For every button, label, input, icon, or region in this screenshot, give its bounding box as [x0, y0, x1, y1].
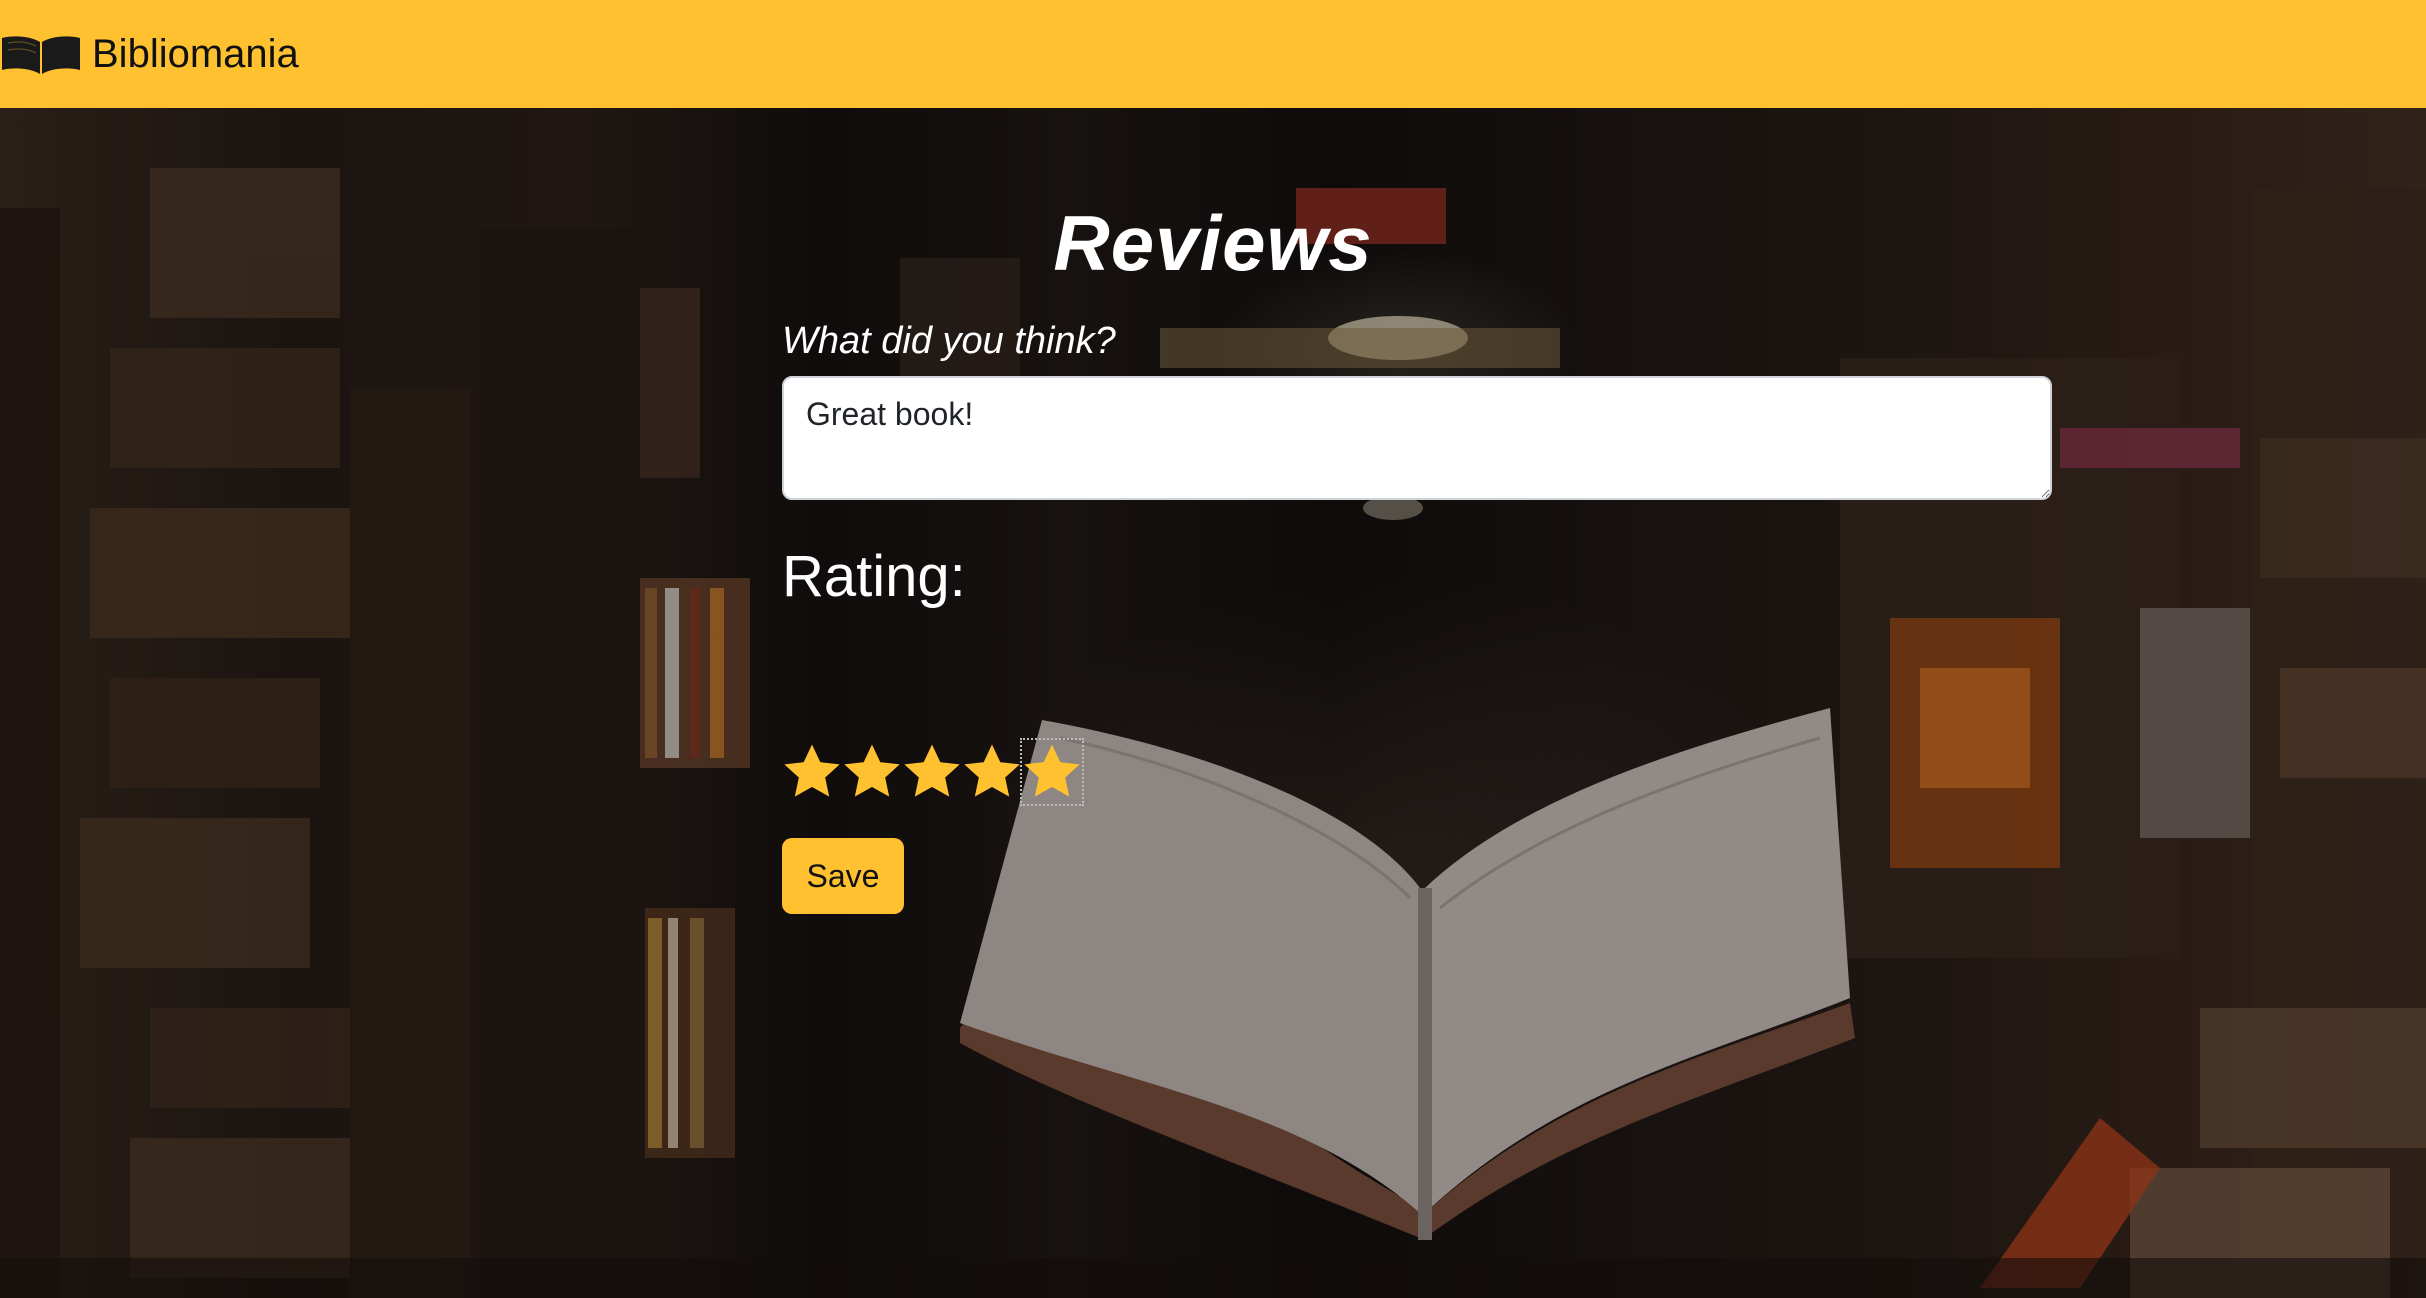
review-prompt-label: What did you think? — [782, 320, 1116, 362]
rating-label: Rating: — [782, 544, 966, 609]
star-5-icon[interactable] — [1020, 738, 1084, 806]
brand-name: Bibliomania — [92, 31, 299, 76]
page-title: Reviews — [1053, 199, 1373, 287]
save-button[interactable]: Save — [782, 838, 904, 914]
star-1-icon[interactable] — [782, 740, 842, 804]
review-textarea[interactable]: Great book! — [782, 376, 2052, 500]
star-3-icon[interactable] — [902, 740, 962, 804]
hero-section: Reviews What did you think? Great book! … — [0, 108, 2426, 1298]
open-book-icon — [2, 36, 80, 74]
star-4-icon[interactable] — [962, 740, 1022, 804]
navbar: Bibliomania — [0, 0, 2426, 108]
brand-link[interactable]: Bibliomania — [0, 26, 299, 82]
star-2-icon[interactable] — [842, 740, 902, 804]
